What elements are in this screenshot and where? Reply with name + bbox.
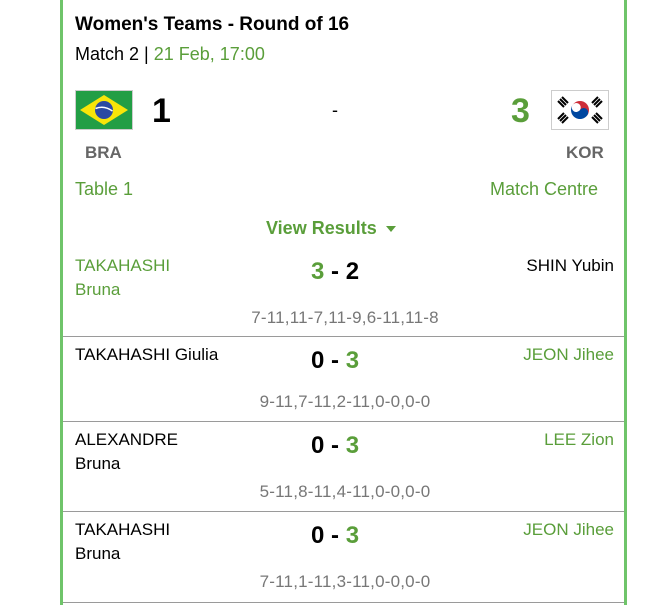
away-game-score: 3 <box>345 522 360 549</box>
game-score: 0 - 3 <box>311 347 359 375</box>
away-code: KOR <box>566 143 604 162</box>
home-game-score: 3 <box>311 258 325 285</box>
home-player-name[interactable]: ALEXANDRE Bruna <box>75 428 178 476</box>
row-divider <box>63 336 624 337</box>
home-player-name[interactable]: TAKAHASHI Giulia <box>75 343 218 367</box>
game-score-dash: - <box>324 347 346 374</box>
game-score: 0 - 3 <box>311 432 359 460</box>
home-game-score: 0 <box>311 347 325 374</box>
away-player-name[interactable]: JEON Jihee <box>523 343 614 367</box>
home-player-name[interactable]: TAKAHASHI Bruna <box>75 254 170 302</box>
table-link[interactable]: Table 1 <box>75 179 133 200</box>
set-scores: 7-11,11-7,11-9,6-11,11-8 <box>251 308 439 327</box>
view-results-label: View Results <box>266 218 377 238</box>
match-info: Match 2 | 21 Feb, 17:00 <box>75 44 265 65</box>
game-score-dash: - <box>324 432 346 459</box>
away-score: 3 <box>511 92 530 130</box>
home-code: BRA <box>85 143 122 162</box>
home-game-score: 0 <box>311 522 325 549</box>
game-score-dash: - <box>324 522 346 549</box>
separator: | <box>144 44 149 64</box>
away-game-score: 3 <box>345 347 360 374</box>
away-player-name[interactable]: SHIN Yubin <box>526 254 614 278</box>
set-scores: 5-11,8-11,4-11,0-0,0-0 <box>259 482 431 501</box>
match-label: Match 2 <box>75 44 140 64</box>
match-card <box>60 0 627 605</box>
score-dash: - <box>332 100 338 120</box>
brazil-flag-icon <box>75 90 133 130</box>
row-divider <box>63 421 624 422</box>
home-score: 1 <box>152 92 171 130</box>
caret-down-icon <box>385 226 396 233</box>
away-player-name[interactable]: JEON Jihee <box>523 518 614 542</box>
away-game-score: 2 <box>345 258 360 285</box>
away-player-name[interactable]: LEE Zion <box>544 428 614 452</box>
home-player-name[interactable]: TAKAHASHI Bruna <box>75 518 170 566</box>
home-game-score: 0 <box>311 432 325 459</box>
view-results-toggle[interactable]: View Results <box>266 218 396 239</box>
away-game-score: 3 <box>345 432 360 459</box>
match-datetime: 21 Feb, 17:00 <box>153 44 265 64</box>
south-korea-flag-icon <box>551 90 609 130</box>
game-score-dash: - <box>324 258 346 285</box>
set-scores: 7-11,1-11,3-11,0-0,0-0 <box>259 572 431 591</box>
row-divider <box>63 602 624 603</box>
game-score: 3 - 2 <box>311 258 359 286</box>
set-scores: 9-11,7-11,2-11,0-0,0-0 <box>259 392 431 411</box>
game-score: 0 - 3 <box>311 522 359 550</box>
match-centre-link[interactable]: Match Centre <box>490 179 598 200</box>
row-divider <box>63 511 624 512</box>
event-title: Women's Teams - Round of 16 <box>75 14 350 35</box>
